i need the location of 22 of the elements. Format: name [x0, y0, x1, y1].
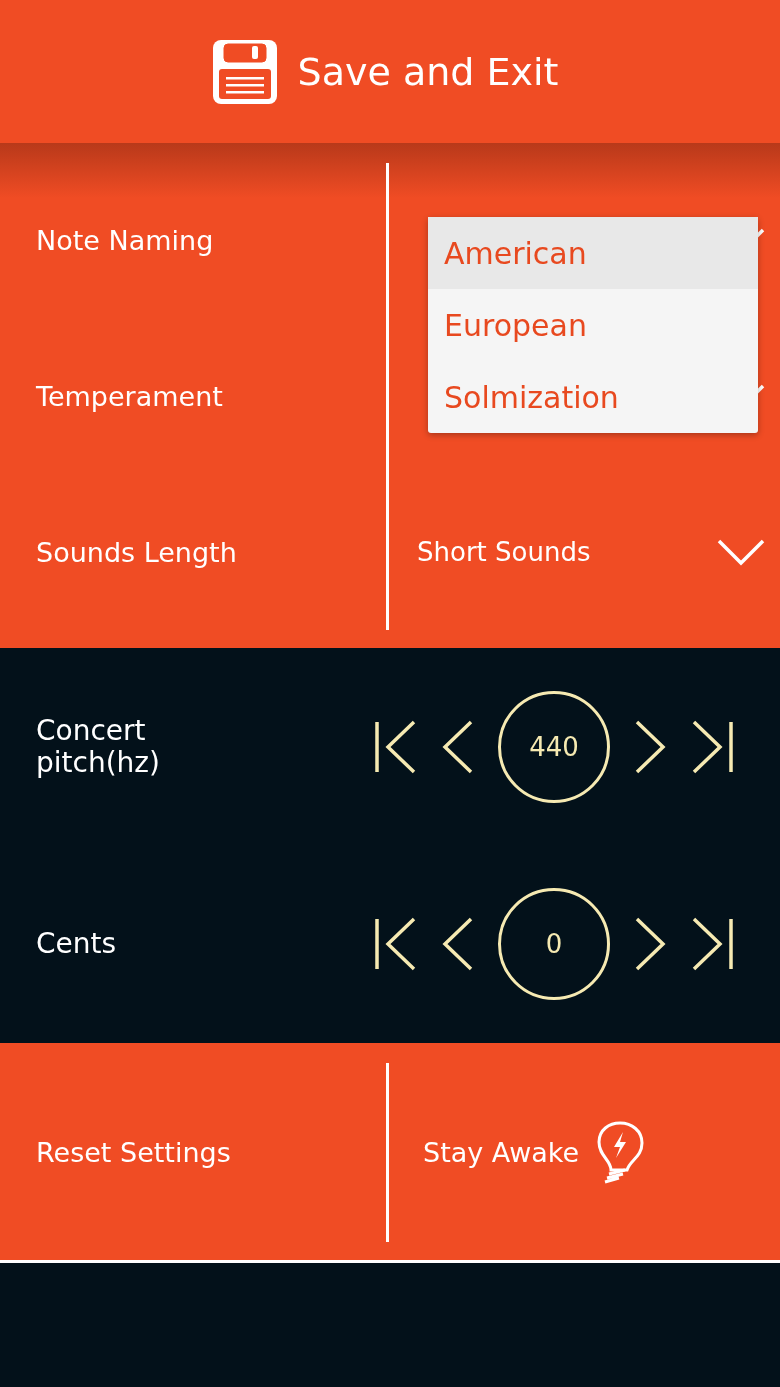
stay-awake-button[interactable]: Stay Awake: [423, 1119, 650, 1186]
dropdown-option[interactable]: Solmization: [428, 361, 758, 433]
skip-to-end-icon[interactable]: [690, 719, 734, 774]
dropdown-option[interactable]: American: [428, 217, 758, 289]
skip-to-end-icon[interactable]: [690, 917, 734, 972]
setting-label: Note Naming: [0, 163, 389, 319]
setting-dropdown[interactable]: Short Sounds: [389, 474, 780, 630]
previous-icon[interactable]: [442, 917, 474, 972]
stepper-label: Cents: [36, 928, 118, 961]
chevron-down-icon: [716, 537, 766, 568]
setting-label: Temperament: [0, 318, 389, 475]
previous-icon[interactable]: [442, 719, 474, 774]
dropdown-option[interactable]: European: [428, 289, 758, 361]
setting-label: Sounds Length: [0, 474, 389, 630]
stepper-label: Concert pitch(hz): [36, 714, 161, 779]
next-icon[interactable]: [634, 917, 666, 972]
next-icon[interactable]: [634, 719, 666, 774]
skip-to-start-icon[interactable]: [374, 719, 418, 774]
skip-to-start-icon[interactable]: [374, 917, 418, 972]
value-display: 440: [498, 690, 610, 803]
value-display: 0: [498, 888, 610, 1001]
reset-settings-button[interactable]: Reset Settings: [36, 1137, 231, 1168]
